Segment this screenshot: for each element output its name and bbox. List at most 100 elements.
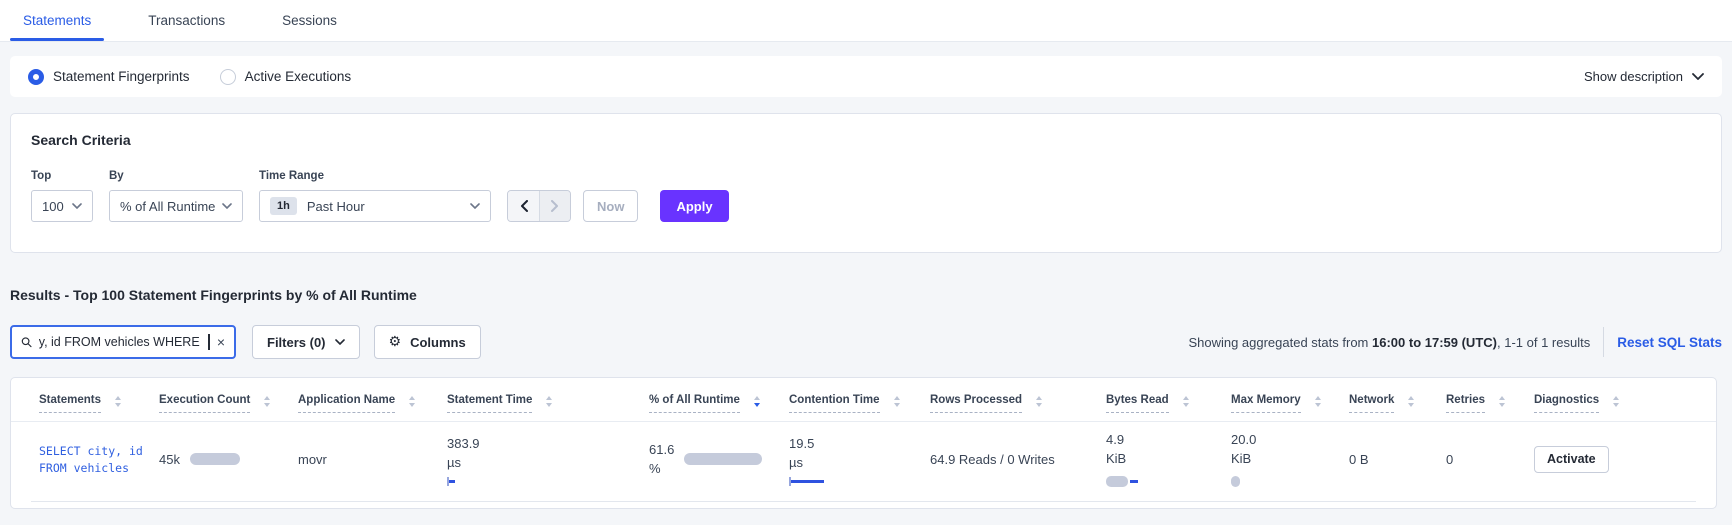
stats-suffix: , 1-1 of 1 results	[1496, 334, 1591, 350]
arrow-left-icon	[520, 200, 528, 212]
apply-button[interactable]: Apply	[660, 190, 729, 222]
tab-bar: Statements Transactions Sessions	[0, 0, 1732, 42]
activate-diagnostics-button[interactable]: Activate	[1534, 445, 1609, 473]
time-range-select[interactable]: 1h Past Hour	[259, 190, 491, 222]
vertical-divider	[1603, 327, 1605, 357]
column-header-retries[interactable]: Retries	[1446, 394, 1534, 413]
radio-label: Active Executions	[244, 69, 352, 84]
show-description-label: Show description	[1584, 69, 1683, 84]
table-header-row: Statements Execution Count Application N…	[11, 394, 1716, 413]
chevron-down-icon	[334, 339, 345, 345]
chevron-down-icon	[222, 203, 232, 209]
column-header-statement-time[interactable]: Statement Time	[447, 394, 649, 413]
results-toolbar: y, id FROM vehicles WHERE city = $1 × Fi…	[10, 325, 1722, 359]
reset-sql-stats-link[interactable]: Reset SQL Stats	[1617, 335, 1722, 350]
search-input[interactable]: y, id FROM vehicles WHERE city = $1 ×	[10, 325, 236, 359]
retries-cell: 0	[1446, 451, 1454, 467]
chevron-down-icon	[470, 203, 480, 209]
filters-button[interactable]: Filters (0)	[252, 325, 360, 359]
time-range-nav	[507, 190, 571, 222]
column-header-network[interactable]: Network	[1349, 394, 1446, 413]
sort-icon-active-desc	[753, 396, 760, 407]
column-header-application-name[interactable]: Application Name	[298, 394, 447, 413]
gear-icon: ⚙	[388, 334, 402, 350]
column-header-diagnostics[interactable]: Diagnostics	[1534, 394, 1684, 413]
columns-button[interactable]: ⚙ Columns	[373, 325, 481, 359]
statement-link[interactable]: SELECT city, id FROM vehicles	[39, 444, 159, 475]
search-criteria-title: Search Criteria	[31, 132, 131, 148]
row-divider	[31, 500, 1696, 502]
sort-icon	[1613, 396, 1620, 407]
column-header-rows-processed[interactable]: Rows Processed	[930, 394, 1106, 413]
column-header-contention-time[interactable]: Contention Time	[789, 394, 930, 413]
table-row: SELECT city, id FROM vehicles 45k movr 3…	[11, 422, 1716, 495]
sort-icon	[1499, 396, 1505, 407]
search-criteria-card: Search Criteria Top 100 By % of All Runt…	[10, 113, 1722, 253]
statement-time-cell: 383.9 µs	[447, 436, 649, 486]
column-header-max-memory[interactable]: Max Memory	[1231, 394, 1349, 413]
sort-icon	[115, 396, 121, 407]
by-field: By % of All Runtime	[109, 170, 243, 222]
column-header-statements[interactable]: Statements	[39, 394, 159, 413]
time-range-label: Time Range	[259, 170, 324, 182]
next-time-range-button[interactable]	[539, 191, 570, 221]
time-range-field: Time Range 1h Past Hour	[259, 170, 491, 222]
sort-icon	[1314, 396, 1321, 407]
bytes-read-cell: 4.9 KiB	[1106, 432, 1231, 487]
pct-runtime-bar	[684, 453, 763, 466]
radio-unselected-icon	[219, 68, 236, 85]
previous-time-range-button[interactable]	[508, 191, 539, 221]
top-select[interactable]: 100	[31, 190, 93, 222]
by-label: By	[109, 170, 124, 182]
network-cell: 0 B	[1349, 451, 1369, 467]
results-heading: Results - Top 100 Statement Fingerprints…	[10, 287, 417, 303]
search-input-value: y, id FROM vehicles WHERE city = $1	[38, 335, 202, 349]
statement-time-bar	[447, 477, 455, 486]
by-select-value: % of All Runtime	[120, 198, 216, 214]
column-header-pct-all-runtime[interactable]: % of All Runtime	[649, 394, 789, 413]
sort-icon	[1036, 396, 1043, 407]
arrow-right-icon	[551, 200, 558, 212]
columns-button-label: Columns	[410, 334, 466, 350]
application-name-cell: movr	[298, 451, 327, 467]
top-label: Top	[31, 170, 52, 182]
max-memory-cell: 20.0 KiB	[1231, 432, 1349, 487]
chevron-down-icon	[72, 203, 82, 209]
rows-processed-cell: 64.9 Reads / 0 Writes	[930, 451, 1055, 467]
time-range-badge: 1h	[270, 197, 297, 215]
filters-button-label: Filters (0)	[267, 334, 326, 350]
tab-transactions[interactable]: Transactions	[148, 0, 225, 41]
time-range-value: Past Hour	[306, 198, 365, 214]
sort-icon	[546, 396, 553, 407]
now-button[interactable]: Now	[583, 190, 639, 222]
show-description-toggle[interactable]: Show description	[1584, 69, 1704, 84]
radio-statement-fingerprints[interactable]: Statement Fingerprints	[28, 68, 190, 85]
column-header-execution-count[interactable]: Execution Count	[159, 394, 298, 413]
tab-statements[interactable]: Statements	[9, 0, 105, 41]
radio-selected-icon	[28, 68, 44, 85]
top-field: Top 100	[31, 170, 93, 222]
stats-prefix: Showing aggregated stats from	[1188, 334, 1372, 350]
sort-icon	[1182, 396, 1189, 407]
search-icon	[21, 337, 32, 348]
sort-icon	[893, 396, 900, 407]
bytes-read-marker	[1130, 479, 1138, 483]
column-header-bytes-read[interactable]: Bytes Read	[1106, 394, 1231, 413]
tab-sessions[interactable]: Sessions	[282, 0, 337, 41]
pct-runtime-cell: 61.6 %	[649, 442, 789, 478]
stats-time-range: 16:00 to 17:59 (UTC)	[1372, 334, 1497, 350]
radio-label: Statement Fingerprints	[53, 69, 190, 84]
view-toggle-card: Statement Fingerprints Active Executions…	[10, 56, 1722, 97]
chevron-down-icon	[1692, 73, 1704, 80]
bytes-read-bar	[1106, 475, 1128, 487]
text-cursor	[208, 334, 210, 350]
clear-search-icon[interactable]: ×	[217, 335, 225, 349]
contention-time-bar	[789, 477, 824, 486]
by-select[interactable]: % of All Runtime	[109, 190, 243, 222]
execution-count-bar	[189, 453, 240, 466]
results-table: Statements Execution Count Application N…	[10, 377, 1717, 509]
execution-count-cell: 45k	[159, 452, 298, 467]
contention-time-cell: 19.5 µs	[789, 436, 930, 486]
sort-icon	[409, 396, 416, 407]
radio-active-executions[interactable]: Active Executions	[219, 68, 352, 85]
